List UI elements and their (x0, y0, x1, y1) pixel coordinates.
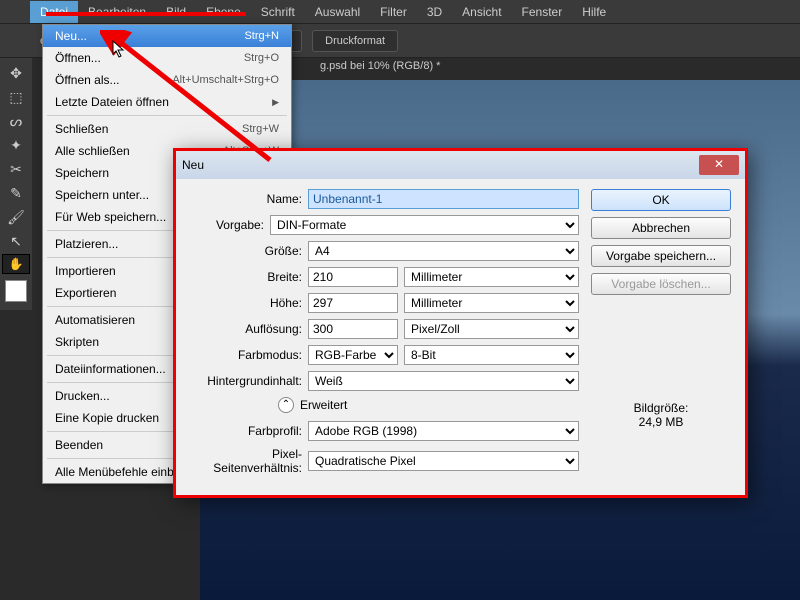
menubar-item-filter[interactable]: Filter (370, 1, 417, 23)
background-select[interactable]: Weiß (308, 371, 579, 391)
menu-item-label: Skripten (55, 335, 99, 349)
dialog-title: Neu (182, 158, 204, 172)
resolution-label: Auflösung: (190, 322, 302, 336)
menu-item-label: Beenden (55, 438, 103, 452)
profile-select[interactable]: Adobe RGB (1998) (308, 421, 579, 441)
menu-item-label: Speichern (55, 166, 109, 180)
menubar-item-fenster[interactable]: Fenster (512, 1, 573, 23)
menu-shortcut: Strg+O (244, 52, 279, 64)
menu-item-label: Alle Menübefehle einb (55, 465, 174, 479)
move-tool-icon[interactable]: ✥ (2, 62, 30, 84)
menu-shortcut: Strg+N (244, 30, 279, 42)
height-input[interactable] (308, 293, 398, 313)
preset-label: Vorgabe: (190, 218, 264, 232)
profile-label: Farbprofil: (190, 424, 302, 438)
menu-item-label: Importieren (55, 264, 116, 278)
eyedropper-tool-icon[interactable]: ✎ (2, 182, 30, 204)
menu-item-label: Platzieren... (55, 237, 118, 251)
menubar-item-schrift[interactable]: Schrift (251, 1, 305, 23)
menubar-item-auswahl[interactable]: Auswahl (305, 1, 370, 23)
width-input[interactable] (308, 267, 398, 287)
colormode-label: Farbmodus: (190, 348, 302, 362)
close-icon[interactable]: ✕ (699, 155, 739, 175)
document-tab[interactable]: g.psd bei 10% (RGB/8) * (320, 60, 440, 72)
menu-item-label: Schließen (55, 122, 108, 136)
menu-item-label: Automatisieren (55, 313, 135, 327)
menu-item-label: Öffnen als... (55, 73, 119, 87)
menubar-item-bild[interactable]: Bild (156, 1, 196, 23)
size-select[interactable]: A4 (308, 241, 579, 261)
crop-tool-icon[interactable]: ✂ (2, 158, 30, 180)
foreground-swatch[interactable] (5, 280, 27, 302)
preset-select[interactable]: DIN-Formate (270, 215, 579, 235)
menu-item[interactable]: Neu... Strg+N (43, 25, 291, 47)
menu-item-label: Speichern unter... (55, 188, 149, 202)
menu-item-label: Alle schließen (55, 144, 130, 158)
expand-toggle[interactable]: ⌃ (278, 397, 294, 413)
aspect-select[interactable]: Quadratische Pixel (308, 451, 579, 471)
ok-button[interactable]: OK (591, 189, 731, 211)
menu-item[interactable]: Öffnen als... Alt+Umschalt+Strg+O (43, 69, 291, 91)
bitdepth-select[interactable]: 8-Bit (404, 345, 579, 365)
menubar-item-3d[interactable]: 3D (417, 1, 452, 23)
menu-item-label: Für Web speichern... (55, 210, 166, 224)
lasso-tool-icon[interactable]: ᔕ (2, 110, 30, 132)
width-unit-select[interactable]: Millimeter (404, 267, 579, 287)
menu-item-label: Letzte Dateien öffnen (55, 95, 169, 109)
menubar: DateiBearbeitenBildEbeneSchriftAuswahlFi… (0, 0, 800, 24)
width-label: Breite: (190, 270, 302, 284)
menu-item-label: Dateiinformationen... (55, 362, 166, 376)
menu-shortcut: Strg+W (242, 123, 279, 135)
resolution-unit-select[interactable]: Pixel/Zoll (404, 319, 579, 339)
background-label: Hintergrundinhalt: (190, 374, 302, 388)
menu-separator (47, 115, 287, 116)
height-unit-select[interactable]: Millimeter (404, 293, 579, 313)
dialog-titlebar: Neu ✕ (176, 151, 745, 179)
save-preset-button[interactable]: Vorgabe speichern... (591, 245, 731, 267)
aspect-label: Pixel-Seitenverhältnis: (190, 447, 302, 475)
menu-item-label: Neu... (55, 29, 87, 43)
path-tool-icon[interactable]: ↖ (2, 230, 30, 252)
brush-tool-icon[interactable]: 🖌 (2, 206, 30, 228)
new-document-dialog: Neu ✕ Name: Vorgabe: DIN-Formate Größe: … (173, 148, 748, 498)
advanced-label: Erweitert (300, 398, 347, 412)
menu-item[interactable]: Letzte Dateien öffnen ▶ (43, 91, 291, 113)
menubar-item-bearbeiten[interactable]: Bearbeiten (78, 1, 156, 23)
marquee-tool-icon[interactable]: ⬚ (2, 86, 30, 108)
menu-item[interactable]: Öffnen... Strg+O (43, 47, 291, 69)
hand-tool-icon[interactable]: ✋ (2, 254, 30, 274)
menubar-item-ebene[interactable]: Ebene (196, 1, 251, 23)
menu-item-label: Exportieren (55, 286, 116, 300)
print-size-button[interactable]: Druckformat (312, 30, 398, 52)
size-label: Größe: (190, 244, 302, 258)
name-input[interactable] (308, 189, 579, 209)
menu-item-label: Öffnen... (55, 51, 101, 65)
name-label: Name: (190, 192, 302, 206)
filesize-info: Bildgröße: 24,9 MB (591, 401, 731, 429)
menubar-item-datei[interactable]: Datei (30, 1, 78, 23)
wand-tool-icon[interactable]: ✦ (2, 134, 30, 156)
menu-item-label: Drucken... (55, 389, 110, 403)
resolution-input[interactable] (308, 319, 398, 339)
colormode-select[interactable]: RGB-Farbe (308, 345, 398, 365)
height-label: Höhe: (190, 296, 302, 310)
menu-shortcut: Alt+Umschalt+Strg+O (172, 74, 279, 86)
delete-preset-button: Vorgabe löschen... (591, 273, 731, 295)
menubar-item-hilfe[interactable]: Hilfe (572, 1, 616, 23)
menubar-item-ansicht[interactable]: Ansicht (452, 1, 511, 23)
submenu-arrow-icon: ▶ (272, 97, 279, 108)
menu-item-label: Eine Kopie drucken (55, 411, 159, 425)
cancel-button[interactable]: Abbrechen (591, 217, 731, 239)
tool-strip: ✥ ⬚ ᔕ ✦ ✂ ✎ 🖌 ↖ ✋ (0, 58, 32, 310)
menu-item[interactable]: Schließen Strg+W (43, 118, 291, 140)
